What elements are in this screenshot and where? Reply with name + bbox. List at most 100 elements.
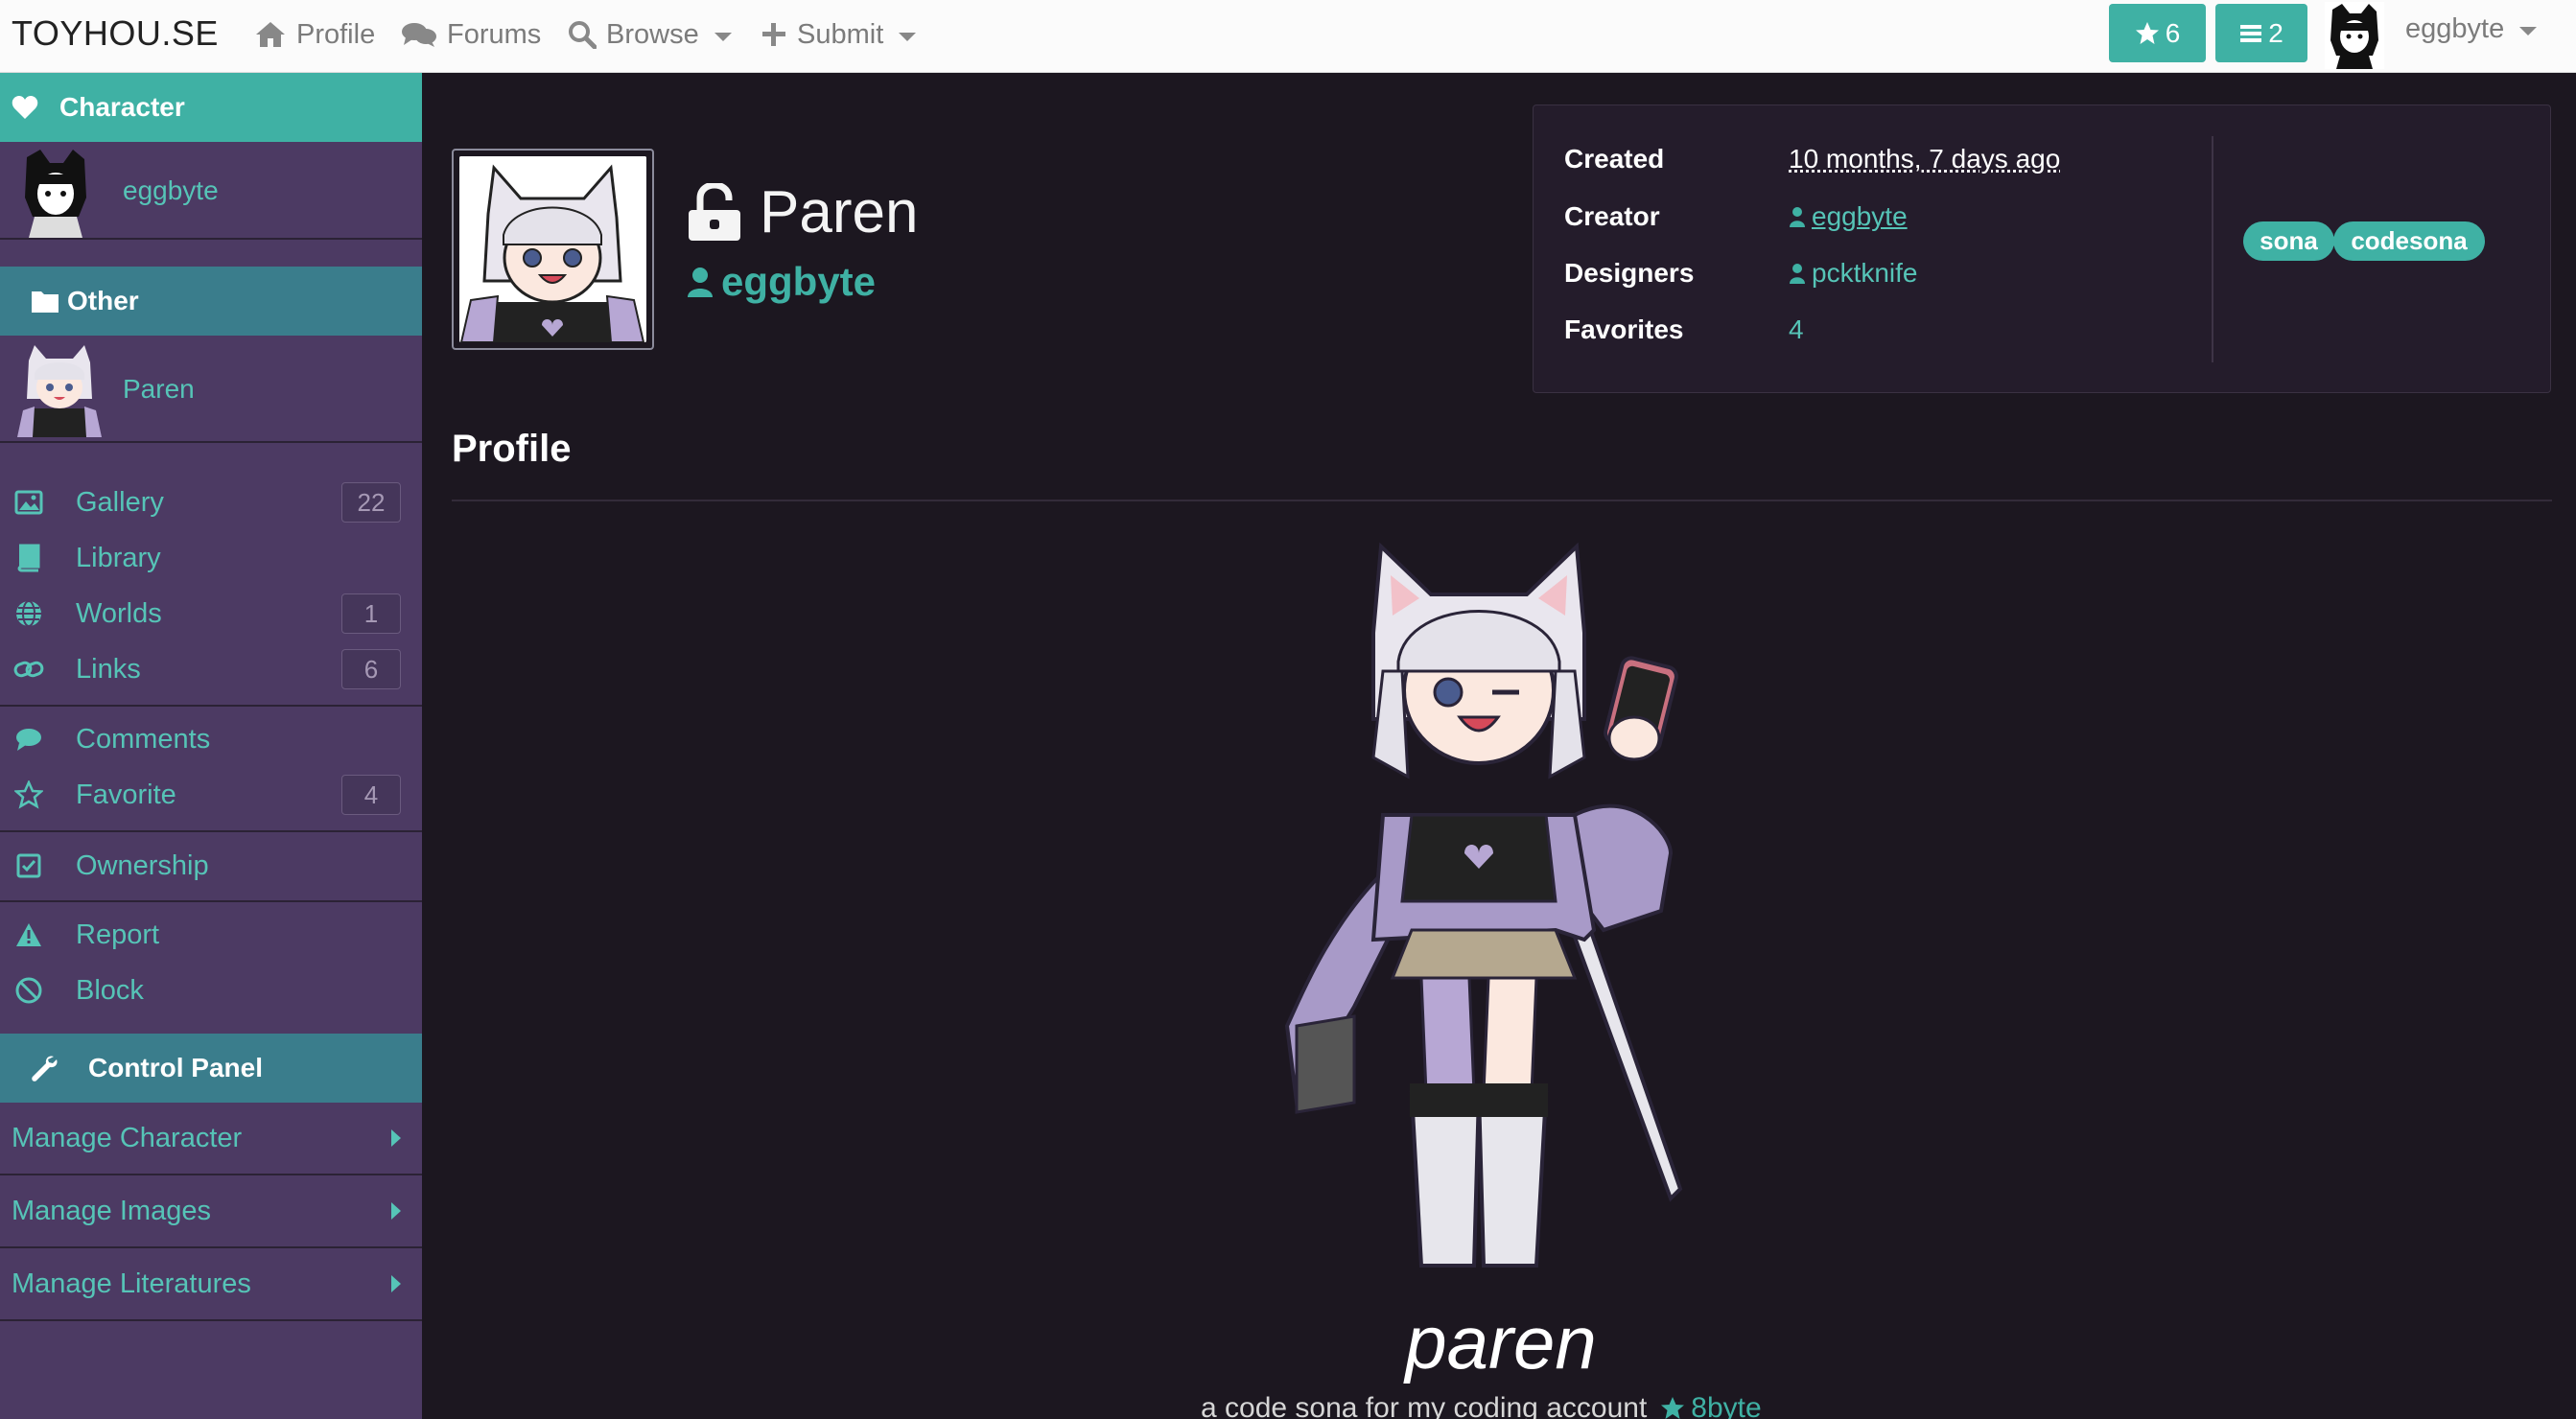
nav-browse[interactable]: Browse <box>568 15 732 54</box>
plus-icon <box>762 23 785 46</box>
sidebar-header-character[interactable]: Character <box>0 73 422 142</box>
user-avatar[interactable] <box>2325 2 2384 69</box>
user-menu[interactable]: eggbyte <box>2405 13 2538 45</box>
count-badge: 1 <box>341 593 401 634</box>
caret-right-icon <box>391 1275 401 1292</box>
nav-forums-label: Forums <box>447 18 542 50</box>
lists-count: 2 <box>2268 17 2283 48</box>
comment-icon <box>13 724 44 755</box>
info-created-label: Created <box>1564 144 1665 174</box>
book-icon <box>13 543 44 573</box>
sidebar-header-folder-label: Other <box>67 286 139 315</box>
profile-tagline-link[interactable]: 8byte <box>1660 1392 1762 1419</box>
info-creator-value: eggbyte <box>1812 201 1908 231</box>
character-owner[interactable]: eggbyte <box>687 259 876 305</box>
user-icon <box>1790 207 1805 227</box>
info-designers-label: Designers <box>1564 258 1695 288</box>
sidebar-item-ownership[interactable]: Ownership <box>0 838 422 894</box>
info-favorites-value[interactable]: 4 <box>1789 314 1804 345</box>
sidebar-user-label: eggbyte <box>123 175 219 205</box>
sidebar-item-label: Report <box>76 919 160 950</box>
manage-images-label: Manage Images <box>12 1195 211 1226</box>
tag-sona[interactable]: sona <box>2243 221 2334 261</box>
user-avatar <box>25 150 86 238</box>
profile-tagline: a code sona for my coding account 8byte <box>1201 1392 1762 1419</box>
sidebar-item-library[interactable]: Library <box>0 530 422 586</box>
info-creator-label: Creator <box>1564 201 1660 231</box>
sidebar-item-label: Comments <box>76 723 211 755</box>
sidebar-item-label: Worlds <box>76 597 162 629</box>
sidebar: Character eggbyte Other Paren Gallery 22… <box>0 73 422 1419</box>
sidebar-item-links[interactable]: Links 6 <box>0 641 422 697</box>
sidebar-header-control-panel[interactable]: Control Panel <box>0 1034 422 1103</box>
info-divider <box>2212 136 2213 362</box>
manage-character-label: Manage Character <box>12 1122 243 1153</box>
manage-character-link[interactable]: Manage Character <box>0 1103 422 1175</box>
user-icon <box>1790 264 1805 284</box>
info-designers-link[interactable]: pcktknife <box>1789 258 1918 289</box>
image-icon <box>13 487 44 518</box>
sidebar-item-comments[interactable]: Comments <box>0 711 422 767</box>
star-icon <box>1661 1397 1685 1419</box>
sidebar-item-block[interactable]: Block <box>0 963 422 1018</box>
sidebar-item-label: Links <box>76 653 141 685</box>
unlock-icon <box>689 182 740 241</box>
character-avatar[interactable] <box>452 149 654 350</box>
sidebar-item-report[interactable]: Report <box>0 907 422 963</box>
nav-forums[interactable]: Forums <box>401 15 541 54</box>
home-icon <box>256 22 285 47</box>
sidebar-item-label: Block <box>76 974 144 1006</box>
profile-divider <box>452 500 2552 501</box>
manage-literatures-link[interactable]: Manage Literatures <box>0 1248 422 1321</box>
info-favorites-label: Favorites <box>1564 314 1684 344</box>
sidebar-divider <box>0 705 422 707</box>
sidebar-user[interactable]: eggbyte <box>0 142 422 240</box>
chevron-down-icon <box>899 32 917 41</box>
list-icon <box>2240 24 2262 42</box>
sidebar-divider <box>0 900 422 902</box>
manage-images-link[interactable]: Manage Images <box>0 1175 422 1248</box>
nav-profile-label: Profile <box>296 18 376 50</box>
username-label: eggbyte <box>2405 13 2505 44</box>
character-name: Paren <box>760 179 919 245</box>
site-logo[interactable]: TOYHOU.SE <box>12 13 219 54</box>
heart-icon <box>12 96 38 119</box>
sidebar-item-worlds[interactable]: Worlds 1 <box>0 586 422 641</box>
sidebar-item-label: Favorite <box>76 779 176 810</box>
top-navbar: TOYHOU.SE Profile Forums Browse Submit 6… <box>0 0 2576 73</box>
chevron-down-icon <box>714 32 732 41</box>
info-designers-value: pcktknife <box>1812 258 1918 288</box>
sidebar-character[interactable]: Paren <box>0 336 422 443</box>
count-badge: 4 <box>341 775 401 815</box>
info-created-value: 10 months, 7 days ago <box>1789 144 2061 174</box>
character-thumbnail <box>17 345 102 437</box>
sidebar-item-label: Ownership <box>76 849 209 881</box>
caret-right-icon <box>391 1202 401 1220</box>
lists-button[interactable]: 2 <box>2215 4 2307 62</box>
nav-profile[interactable]: Profile <box>254 15 375 54</box>
owner-name: eggbyte <box>721 259 877 304</box>
globe-icon <box>13 598 44 629</box>
link-icon <box>13 654 44 685</box>
nav-submit[interactable]: Submit <box>761 15 917 54</box>
character-title: Paren <box>687 178 918 246</box>
star-icon <box>2135 21 2159 44</box>
sidebar-header-folder[interactable]: Other <box>0 267 422 336</box>
tag-codesona[interactable]: codesona <box>2333 221 2485 261</box>
warning-icon <box>13 919 44 950</box>
check-square-icon <box>13 850 44 881</box>
profile-tagline-text: a code sona for my coding account <box>1201 1392 1648 1419</box>
star-icon <box>13 779 44 810</box>
sidebar-character-label: Paren <box>123 374 195 404</box>
caret-right-icon <box>391 1129 401 1147</box>
manage-literatures-label: Manage Literatures <box>12 1268 251 1299</box>
sidebar-header-character-label: Character <box>59 92 185 122</box>
profile-heading: Profile <box>452 428 572 470</box>
search-icon <box>569 21 597 49</box>
favorites-button[interactable]: 6 <box>2109 4 2206 62</box>
sidebar-item-gallery[interactable]: Gallery 22 <box>0 475 422 530</box>
info-creator-link[interactable]: eggbyte <box>1789 201 1908 232</box>
character-portrait <box>459 156 646 342</box>
sidebar-item-favorite[interactable]: Favorite 4 <box>0 767 422 823</box>
comments-icon <box>402 23 436 47</box>
